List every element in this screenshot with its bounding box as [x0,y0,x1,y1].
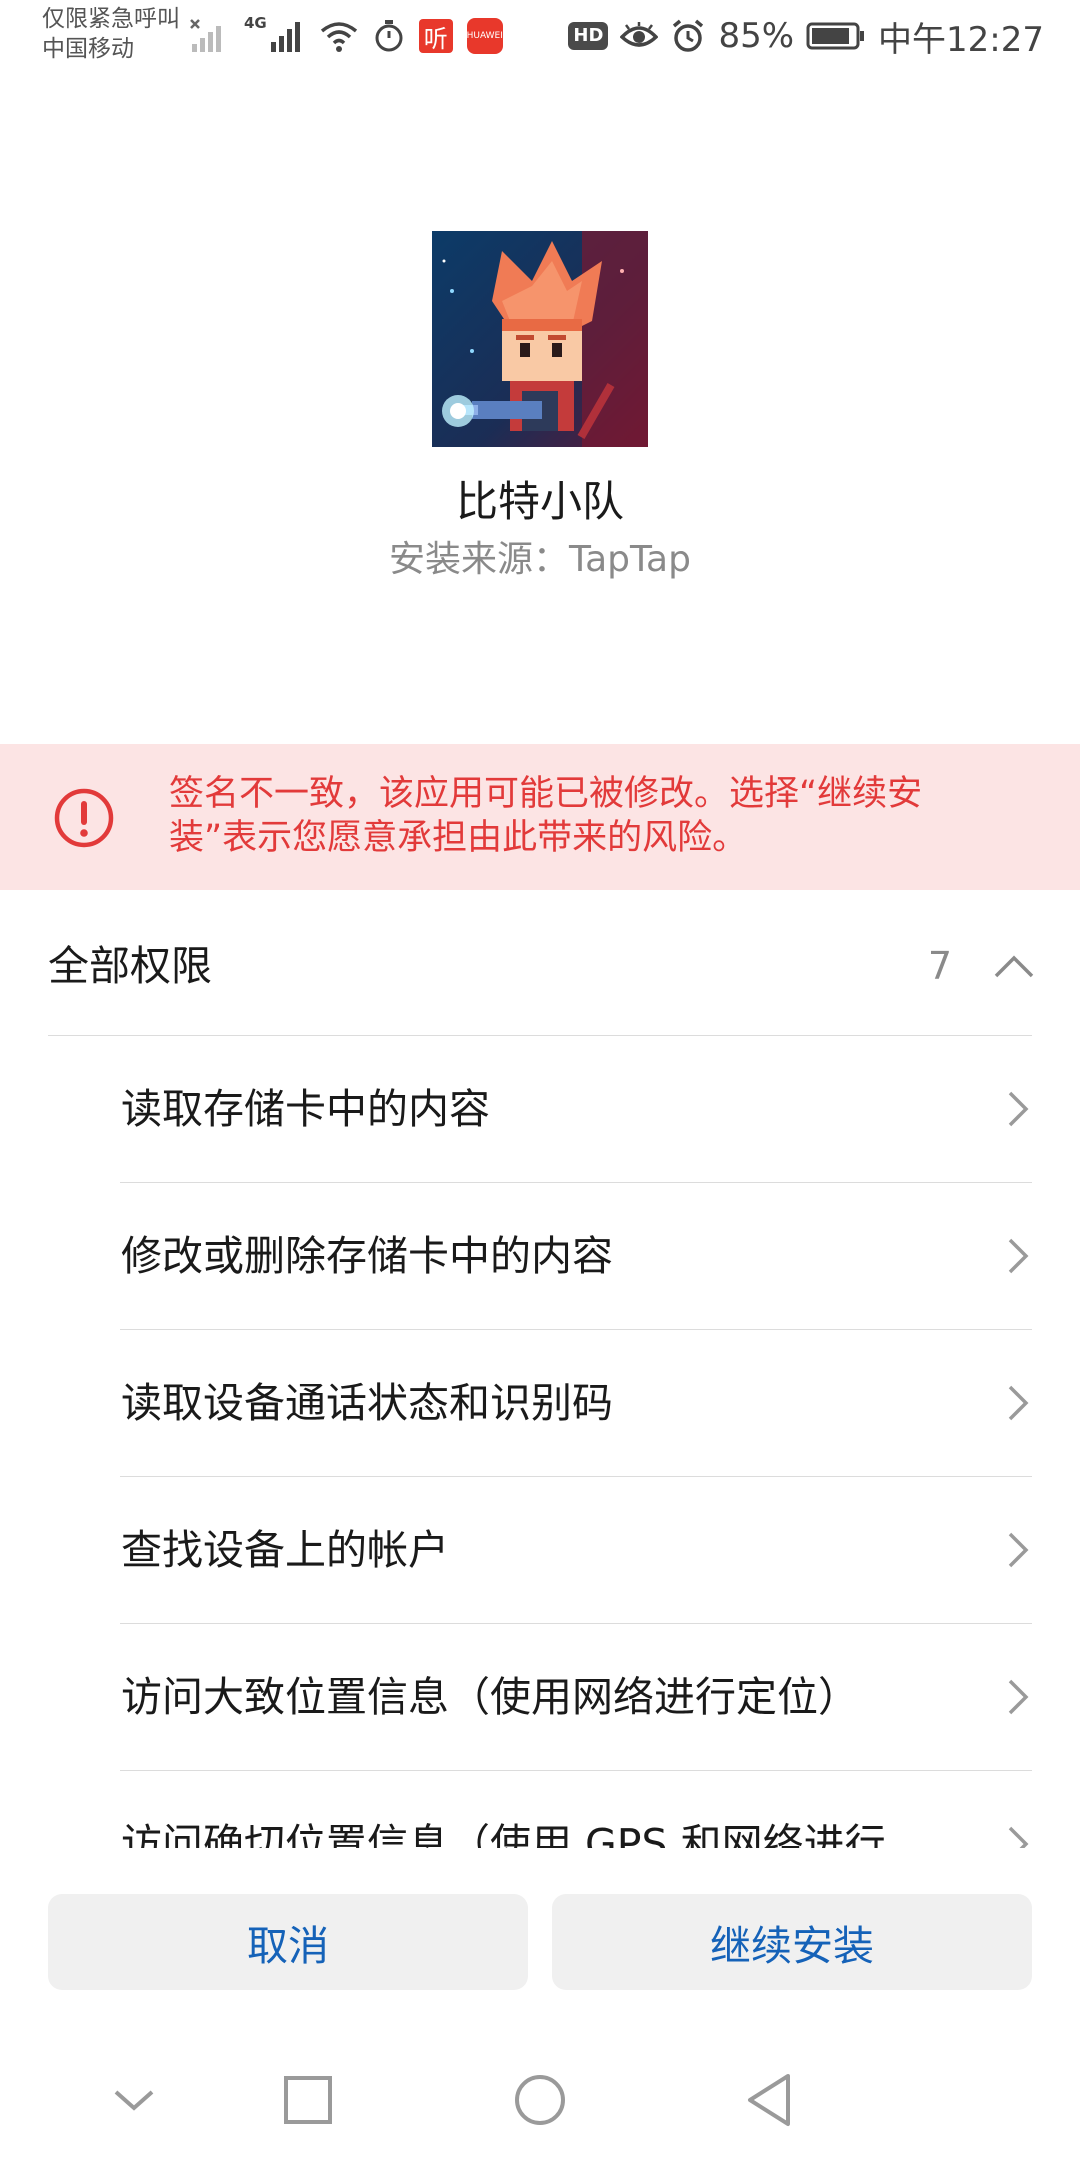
back-icon[interactable] [740,2070,800,2130]
huawei-label: HUAWEI [466,31,503,41]
permission-label: 读取存储卡中的内容 [121,1085,490,1133]
permission-label: 查找设备上的帐户 [121,1526,449,1574]
huawei-store-icon: HUAWEI [467,18,503,54]
permission-item[interactable]: 访问确切位置信息（使用 GPS 和网络进行 [120,1771,1032,1848]
alarm-icon [673,19,704,52]
chevron-right-icon [1008,1532,1029,1568]
signal-off-icon [190,19,221,52]
warning-icon [54,788,114,848]
status-bar: 仅限紧急呼叫 中国移动 4G 听 HUAWEI HD 85% 中午12:27 [0,0,1080,72]
chevron-right-icon [1008,1385,1029,1421]
install-source: 安装来源：TapTap [389,539,691,580]
ting-label: 听 [423,24,448,53]
carrier-emergency: 仅限紧急呼叫 [42,6,180,32]
chevron-right-icon [1008,1679,1029,1715]
status-icons-left: 4G 听 HUAWEI [190,14,503,58]
permissions-header[interactable]: 全部权限 7 [0,900,1080,1032]
permission-item[interactable]: 访问大致位置信息（使用网络进行定位） [120,1624,1032,1771]
clock: 中午12:27 [878,19,1044,60]
carrier-name: 中国移动 [42,36,134,62]
chevron-right-icon [1008,1238,1029,1274]
permission-label: 访问大致位置信息（使用网络进行定位） [121,1673,859,1721]
permission-label: 访问确切位置信息（使用 GPS 和网络进行 [121,1820,886,1848]
stopwatch-icon [375,20,403,52]
permissions-list: 读取存储卡中的内容 修改或删除存储卡中的内容 读取设备通话状态和识别码 查找设备… [0,1036,1080,1848]
wifi-icon [320,22,357,52]
game-character-icon [432,231,648,447]
hd-icon: HD [568,22,609,50]
warning-text: 签名不一致，该应用可能已被修改。选择“继续安装”表示您愿意承担由此带来的风险。 [169,774,923,858]
permission-item[interactable]: 读取设备通话状态和识别码 [120,1330,1032,1477]
ting-app-icon: 听 [418,19,453,53]
battery-icon [806,22,865,50]
carrier-info: 仅限紧急呼叫 中国移动 [42,4,180,64]
app-name: 比特小队 [455,477,624,526]
cancel-button[interactable]: 取消 [48,1894,528,1990]
permissions-title: 全部权限 [48,942,212,990]
chevron-right-icon [1008,1091,1029,1127]
battery-percent: 85% [718,16,795,56]
install-screen: 仅限紧急呼叫 中国移动 4G 听 HUAWEI HD 85% 中午12:27 比… [0,0,1080,2160]
chevron-up-icon[interactable] [992,944,1036,988]
permission-item[interactable]: 读取存储卡中的内容 [120,1036,1032,1183]
permission-label: 读取设备通话状态和识别码 [121,1379,613,1427]
chevron-right-icon [1008,1826,1029,1848]
navigation-bar [0,2040,1080,2160]
network-type-label: 4G [244,14,267,32]
permission-item[interactable]: 查找设备上的帐户 [120,1477,1032,1624]
eye-comfort-icon [620,22,659,47]
home-icon[interactable] [510,2070,570,2130]
signal-icon [270,22,300,52]
permission-label: 修改或删除存储卡中的内容 [121,1232,613,1280]
collapse-icon[interactable] [104,2070,164,2130]
continue-install-button[interactable]: 继续安装 [552,1894,1032,1990]
permission-item[interactable]: 修改或删除存储卡中的内容 [120,1183,1032,1330]
permissions-count: 7 [927,944,952,988]
recents-icon[interactable] [278,2070,338,2130]
status-icons-right: HD 85% 中午12:27 [568,14,1044,60]
